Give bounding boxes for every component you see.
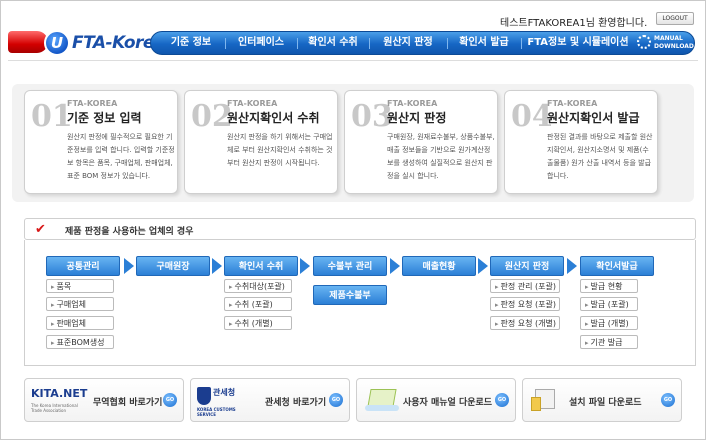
flow-subitem[interactable]: 구매업체 (46, 297, 114, 311)
banner-install-file[interactable]: 설치 파일 다운로드 GO (522, 378, 682, 422)
logo-red-shape (8, 31, 48, 53)
main-nav: 기준 정보 인터페이스 확인서 수취 원산지 판정 확인서 발급 FTA정보 및… (150, 31, 695, 55)
banner-label: 무역협회 바로가기 (93, 398, 163, 408)
step-description: 원산지 판정을 하기 위해서는 구매업체로 부터 원산지확인서 수취하는 것 부… (227, 133, 333, 167)
step-description: 구매원장, 원재료수불부, 상품수불부, 매출 정보들을 기반으로 원가계산정보… (387, 133, 495, 180)
step-title: 기준 정보 입력 (67, 111, 142, 125)
arrow-right-icon (300, 258, 310, 274)
nav-separator (225, 38, 226, 49)
logo-u-icon: U (44, 30, 70, 56)
flow-subitem[interactable]: 판정 관리 (포괄) (490, 279, 560, 293)
nav-item-interface[interactable]: 인터페이스 (227, 32, 295, 54)
banner-customs[interactable]: 관세청 KOREA CUSTOMS SERVICE 관세청 바로가기 GO (190, 378, 350, 422)
flow-subitem[interactable]: 기관 발급 (580, 335, 638, 349)
step-description: 판정된 결과를 바탕으로 제출할 원산지확인서, 원산지소명서 및 제품(수출물… (547, 133, 653, 180)
nav-item-fta-simulation[interactable]: FTA정보 및 시뮬레이션 (523, 32, 633, 54)
nav-item-issue-cert[interactable]: 확인서 발급 (449, 32, 519, 54)
header-divider (8, 60, 698, 61)
go-icon: GO (329, 393, 343, 407)
step-title: 원산지 판정 (387, 111, 447, 125)
arrow-right-icon (390, 258, 400, 274)
nav-separator (297, 38, 298, 49)
flow-subitem[interactable]: 발급 (개별) (580, 316, 638, 330)
flow-subitem[interactable]: 판정 요청 (포괄) (490, 297, 560, 311)
nav-item-origin-judgement[interactable]: 원산지 판정 (371, 32, 445, 54)
step-subtitle: FTA-KOREA (227, 99, 278, 108)
step-card-4: 04 FTA-KOREA 원산지확인서 발급 판정된 결과를 바탕으로 제출할 … (504, 90, 658, 194)
flow-subitem[interactable]: 수취 (개별) (224, 316, 292, 330)
step-subtitle: FTA-KOREA (547, 99, 598, 108)
install-illustration-icon (531, 385, 557, 413)
manual-label-line1: MANUAL (654, 35, 683, 42)
kita-logo-sub: The Korea International Trade Associatio… (31, 403, 78, 413)
go-icon: GO (163, 393, 177, 407)
customs-logo-sub: KOREA CUSTOMS SERVICE (197, 407, 236, 417)
nav-separator (521, 38, 522, 49)
arrow-right-icon (212, 258, 222, 274)
flow-button-issue-cert[interactable]: 확인서발급 (580, 256, 654, 276)
banner-label: 설치 파일 다운로드 (569, 398, 642, 408)
kita-logo: KITA.NET (31, 387, 88, 400)
nav-separator (369, 38, 370, 49)
flow-button-receive-cert[interactable]: 확인서 수취 (224, 256, 298, 276)
banner-user-manual[interactable]: 사용자 매뉴얼 다운로드 GO (356, 378, 516, 422)
step-card-1: 01 FTA-KOREA 기준 정보 입력 원산지 판정에 필수적으로 필요한 … (24, 90, 178, 194)
step-subtitle: FTA-KOREA (67, 99, 118, 108)
flow-button-inventory[interactable]: 수불부 관리 (313, 256, 387, 276)
step-description: 원산지 판정에 필수적으로 필요한 기준정보를 입력 합니다. 입력할 기준정보… (67, 133, 175, 180)
banner-label: 관세청 바로가기 (265, 398, 327, 408)
logout-button[interactable]: LOGOUT (656, 12, 694, 25)
flow-title: 제품 판정을 사용하는 업체의 경우 (65, 227, 194, 237)
step-subtitle: FTA-KOREA (387, 99, 438, 108)
flow-button-common[interactable]: 공통관리 (46, 256, 120, 276)
flow-button-product-inventory[interactable]: 제품수불부 (313, 285, 387, 305)
nav-item-basic-info[interactable]: 기준 정보 (159, 32, 223, 54)
customs-logo: 관세청 (213, 388, 236, 397)
nav-separator (447, 38, 448, 49)
flow-subitem[interactable]: 발급 현황 (580, 279, 638, 293)
flow-subitem[interactable]: 판정 요청 (개별) (490, 316, 560, 330)
manual-label-line2: DOWNLOAD (654, 43, 694, 50)
flow-subitem[interactable]: 품목 (46, 279, 114, 293)
gear-icon (637, 35, 651, 49)
flow-button-purchase-ledger[interactable]: 구매원장 (136, 256, 210, 276)
flow-subitem[interactable]: 수취대상(포괄) (224, 279, 292, 293)
arrow-right-icon (124, 258, 134, 274)
nav-item-receive-cert[interactable]: 확인서 수취 (299, 32, 367, 54)
flow-subitem[interactable]: 표준BOM생성 (46, 335, 114, 349)
flow-subitem[interactable]: 판매업체 (46, 316, 114, 330)
go-icon: GO (495, 393, 509, 407)
arrow-right-icon (567, 258, 577, 274)
flow-subitem[interactable]: 수취 (포괄) (224, 297, 292, 311)
step-title: 원산지확인서 수취 (227, 111, 320, 125)
checkmark-icon: ✔ (35, 222, 46, 237)
manual-illustration-icon (365, 385, 399, 415)
step-card-2: 02 FTA-KOREA 원산지확인서 수취 원산지 판정을 하기 위해서는 구… (184, 90, 338, 194)
manual-download-label: MANUAL DOWNLOAD (654, 35, 694, 51)
welcome-message: 테스트FTAKOREA1님 환영합니다. (500, 18, 648, 29)
flow-header: ✔ 제품 판정을 사용하는 업체의 경우 (24, 218, 696, 240)
flow-subitem[interactable]: 발급 (포괄) (580, 297, 638, 311)
step-card-3: 03 FTA-KOREA 원산지 판정 구매원장, 원재료수불부, 상품수불부,… (344, 90, 498, 194)
flow-button-origin-judgement[interactable]: 원산지 판정 (490, 256, 564, 276)
banner-kita[interactable]: KITA.NET The Korea International Trade A… (24, 378, 184, 422)
manual-download-button[interactable]: MANUAL DOWNLOAD (637, 33, 694, 53)
flow-button-sales[interactable]: 매출현황 (402, 256, 476, 276)
step-title: 원산지확인서 발급 (547, 111, 640, 125)
go-icon: GO (661, 393, 675, 407)
arrow-right-icon (478, 258, 488, 274)
customs-emblem-icon (197, 387, 211, 405)
banner-label: 사용자 매뉴얼 다운로드 (403, 398, 493, 408)
